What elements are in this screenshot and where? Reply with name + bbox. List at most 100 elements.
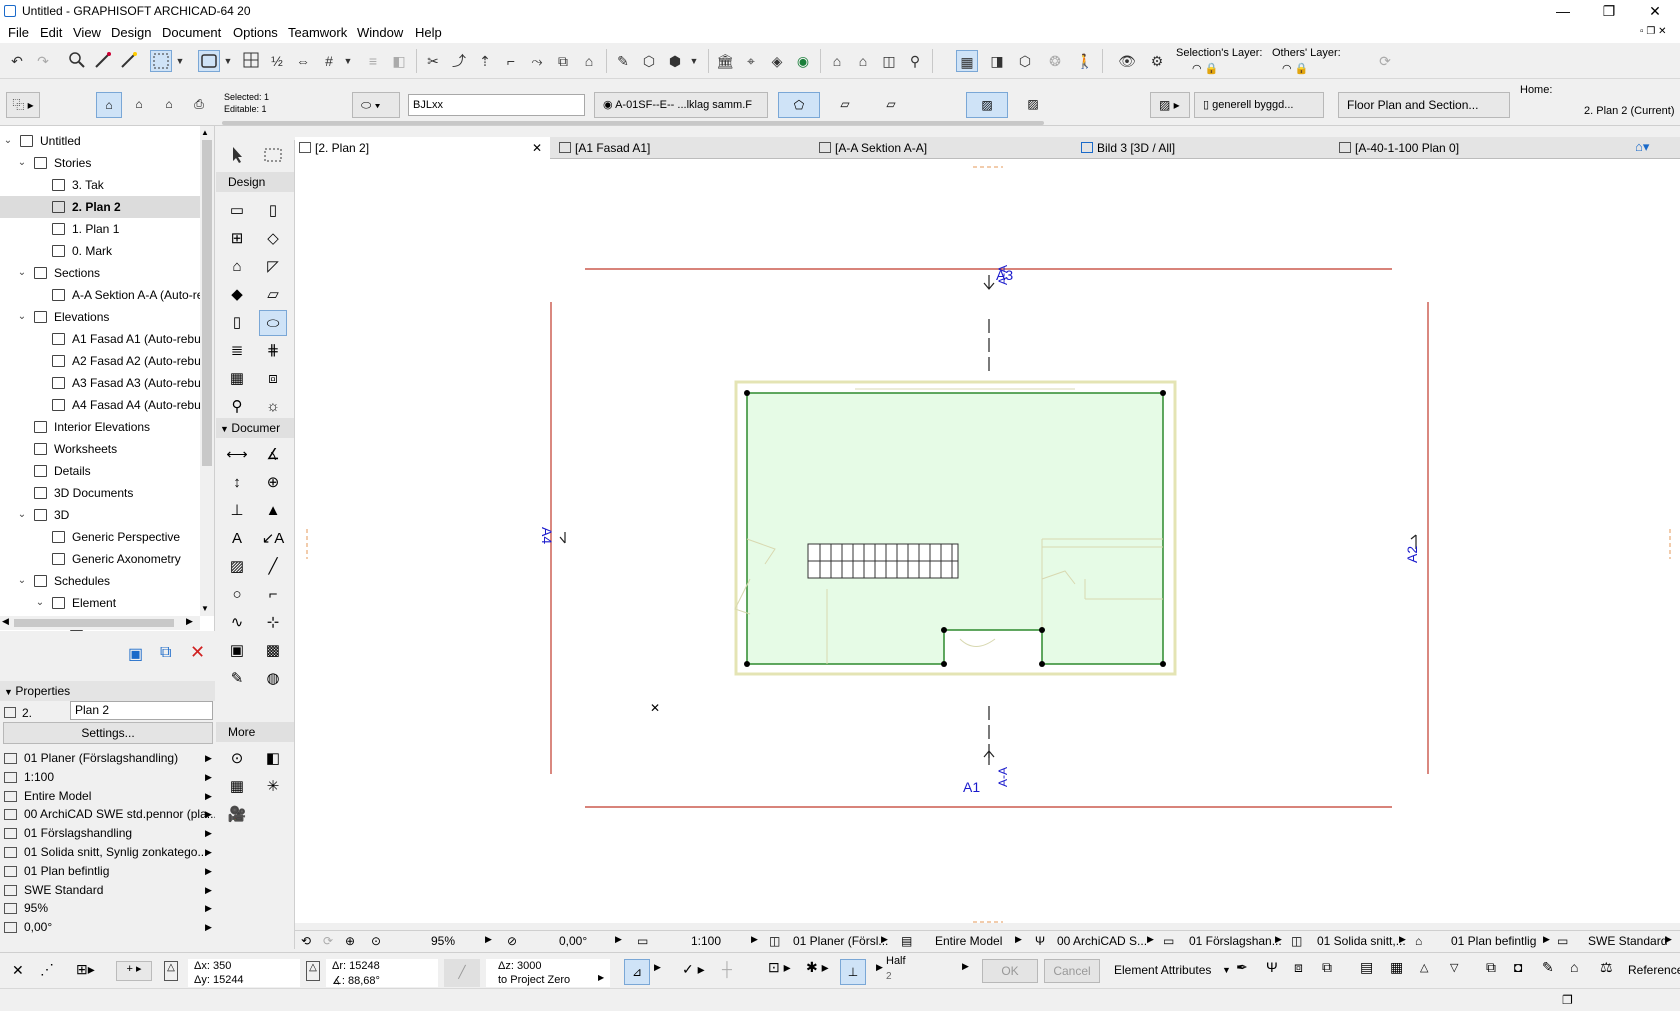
elevation-dimension-tool-icon[interactable]: ⊥ (223, 498, 251, 524)
undo-icon[interactable]: ↶ (6, 50, 28, 72)
marker-a4[interactable]: A4 (539, 527, 555, 544)
dx-dy-field[interactable]: Δx: 350 Δy: 15244 (188, 959, 300, 987)
arrow-tool-icon[interactable] (223, 142, 251, 168)
layer-popup[interactable]: ◉ A-01SF--E-- ...lklag samm.F (594, 92, 768, 118)
layer-settings-icon[interactable]: ⚙ (1146, 50, 1168, 72)
nav-item[interactable]: ⌄ Schedules (0, 570, 200, 592)
modify-icon[interactable]: ⬡ (638, 50, 660, 72)
grid-icon[interactable]: # (318, 50, 340, 72)
stair-tool-icon[interactable]: ≣ (223, 338, 251, 364)
building-icon[interactable]: 🏛 (714, 50, 736, 72)
fill-icon[interactable]: ▤ (1360, 959, 1373, 976)
nav-item[interactable]: Worksheets (0, 438, 200, 460)
scroll-right-icon[interactable]: ▶ (186, 616, 193, 627)
delete-icon[interactable]: ✕ (190, 642, 205, 663)
marquee-dropdown-icon[interactable]: ▼ (222, 50, 234, 72)
scroll-down-icon[interactable]: ▼ (201, 604, 209, 613)
column-tool-icon[interactable]: ▯ (223, 310, 251, 336)
fit-icon[interactable]: ⇔ (292, 50, 314, 72)
nav-item[interactable]: A-A Sektion A-A (Auto-reb (0, 284, 200, 306)
property-row[interactable]: 1:100 ▶ (0, 768, 215, 787)
home-icon[interactable]: ⌂ (1570, 959, 1578, 975)
lamp-tool-icon[interactable]: ☼ (259, 394, 287, 420)
dimension-snap-icon[interactable]: ½ (266, 50, 288, 72)
syringe-icon[interactable] (92, 50, 114, 72)
view-popup[interactable]: Floor Plan and Section... (1338, 92, 1510, 118)
property-menu-icon[interactable]: ▶ (205, 843, 212, 862)
menu-document[interactable]: Document (162, 25, 221, 40)
property-row[interactable]: 01 Plan befintlig ▶ (0, 862, 215, 881)
render-icon[interactable]: ◈ (766, 50, 788, 72)
nav-item[interactable]: ⌄ Element (0, 592, 200, 614)
display-value[interactable]: 01 Solida snitt,... (1317, 934, 1406, 948)
snap-division-icon[interactable]: ⊥ (840, 959, 866, 985)
offset-icon[interactable]: ⤳ (526, 50, 548, 72)
pen-set-value[interactable]: 00 ArchiCAD S... (1057, 934, 1147, 948)
property-menu-icon[interactable]: ▶ (205, 824, 212, 843)
design-header[interactable]: Design (216, 172, 294, 192)
marker-a1[interactable]: A1 (963, 779, 980, 795)
curtain-wall-tool-icon[interactable]: ▦ (223, 366, 251, 392)
mdi-controls-icon[interactable]: ▫ ❐ ✕ (1640, 26, 1666, 37)
nav-item[interactable]: 0. Mark (0, 240, 200, 262)
nav-item[interactable]: A3 Fasad A3 (Auto-rebuild (0, 372, 200, 394)
expand-chevron-icon[interactable]: ⌄ (34, 592, 46, 614)
reference-menu-icon[interactable]: ▶ (598, 973, 604, 982)
nav-item[interactable]: A1 Fasad A1 (Auto-rebuild (0, 328, 200, 350)
tab-list-icon[interactable]: ⌂▾ (1635, 139, 1649, 155)
property-menu-icon[interactable]: ▶ (205, 899, 212, 918)
snap-mode-value[interactable]: Half (886, 955, 906, 967)
zone-tool-icon[interactable]: ⬭ (259, 310, 287, 336)
model-menu-icon[interactable]: ▶ (1015, 934, 1022, 945)
section-view-icon[interactable]: ◫ (878, 50, 900, 72)
zoom-value[interactable]: 95% (431, 934, 455, 948)
nav-item[interactable]: ⌄ Elevations (0, 306, 200, 328)
line-tool-icon[interactable]: ╱ (259, 554, 287, 580)
hotspot-tool-icon[interactable]: ⊹ (259, 610, 287, 636)
circle-tool-icon[interactable]: ○ (223, 582, 251, 608)
marquee-icon[interactable] (198, 50, 220, 72)
document-header[interactable]: ▼ Documer (216, 418, 294, 438)
snap-check-icon[interactable]: ✓ ▸ (682, 961, 705, 978)
property-row[interactable]: 01 Planer (Förslagshandling) ▶ (0, 749, 215, 768)
menu-file[interactable]: File (8, 25, 29, 40)
level-dimension-tool-icon[interactable]: ↕ (223, 470, 251, 496)
window-tool-icon[interactable]: ⊞ (223, 226, 251, 252)
scroll-thumb[interactable] (202, 140, 212, 466)
menu-design[interactable]: Design (111, 25, 151, 40)
section-marker-bottom[interactable]: A-A (996, 767, 1010, 787)
camera-tool-icon[interactable]: 🎥 (223, 802, 251, 828)
render-window-icon[interactable]: ❂ (1044, 50, 1066, 72)
figure-tool-icon[interactable]: ▣ (223, 638, 251, 664)
navigator-hscrollbar[interactable]: ◀ ▶ (0, 616, 200, 630)
door-tool-icon[interactable]: ▯ (259, 198, 287, 224)
tab-sektion-a-a[interactable]: [A-A Sektion A-A] (815, 137, 1065, 159)
scroll-up-icon[interactable]: ▲ (201, 128, 209, 137)
skylight-tool-icon[interactable]: ⧈ (259, 366, 287, 392)
pen-set-menu-icon[interactable]: ▶ (1147, 934, 1154, 945)
label-tool-icon[interactable]: ↙A (259, 526, 287, 552)
beam-tool-icon[interactable]: ▱ (259, 282, 287, 308)
dimension-tool-icon[interactable]: ⟷ (223, 442, 251, 468)
dimension-value[interactable]: SWE Standard (1588, 934, 1667, 948)
image-tool-icon[interactable]: ▩ (259, 638, 287, 664)
redo-zoom-icon[interactable]: ⟳ (323, 934, 333, 948)
scroll-left-icon[interactable]: ◀ (2, 616, 9, 627)
radial-dimension-tool-icon[interactable]: ⊕ (259, 470, 287, 496)
geometry-method-polygon-icon[interactable]: ⬠ (778, 92, 820, 118)
marquee-tool-icon[interactable] (259, 142, 287, 168)
drawing-region-tool-icon[interactable]: ◍ (259, 666, 287, 692)
move-up-icon[interactable]: △ (1420, 961, 1428, 974)
hscroll-thumb[interactable] (14, 619, 174, 627)
undo-zoom-icon[interactable]: ⟲ (301, 934, 311, 948)
fill-popup[interactable]: ▨ ▸ (1150, 92, 1190, 118)
resize-icon[interactable]: ⧉ (552, 50, 574, 72)
person-walk-icon[interactable]: ⚲ (904, 50, 926, 72)
new-view-icon[interactable]: ▣ (128, 644, 143, 664)
publisher-sets-icon[interactable]: ⎙ (186, 92, 212, 118)
nav-item[interactable]: Generic Perspective (0, 526, 200, 548)
nav-item[interactable]: 2. Plan 2 (0, 196, 200, 218)
guide-menu-icon[interactable]: ▶ (654, 962, 661, 973)
property-menu-icon[interactable]: ▶ (205, 787, 212, 806)
property-row[interactable]: 00 ArchiCAD SWE std.pennor (pla... ▶ (0, 805, 215, 824)
